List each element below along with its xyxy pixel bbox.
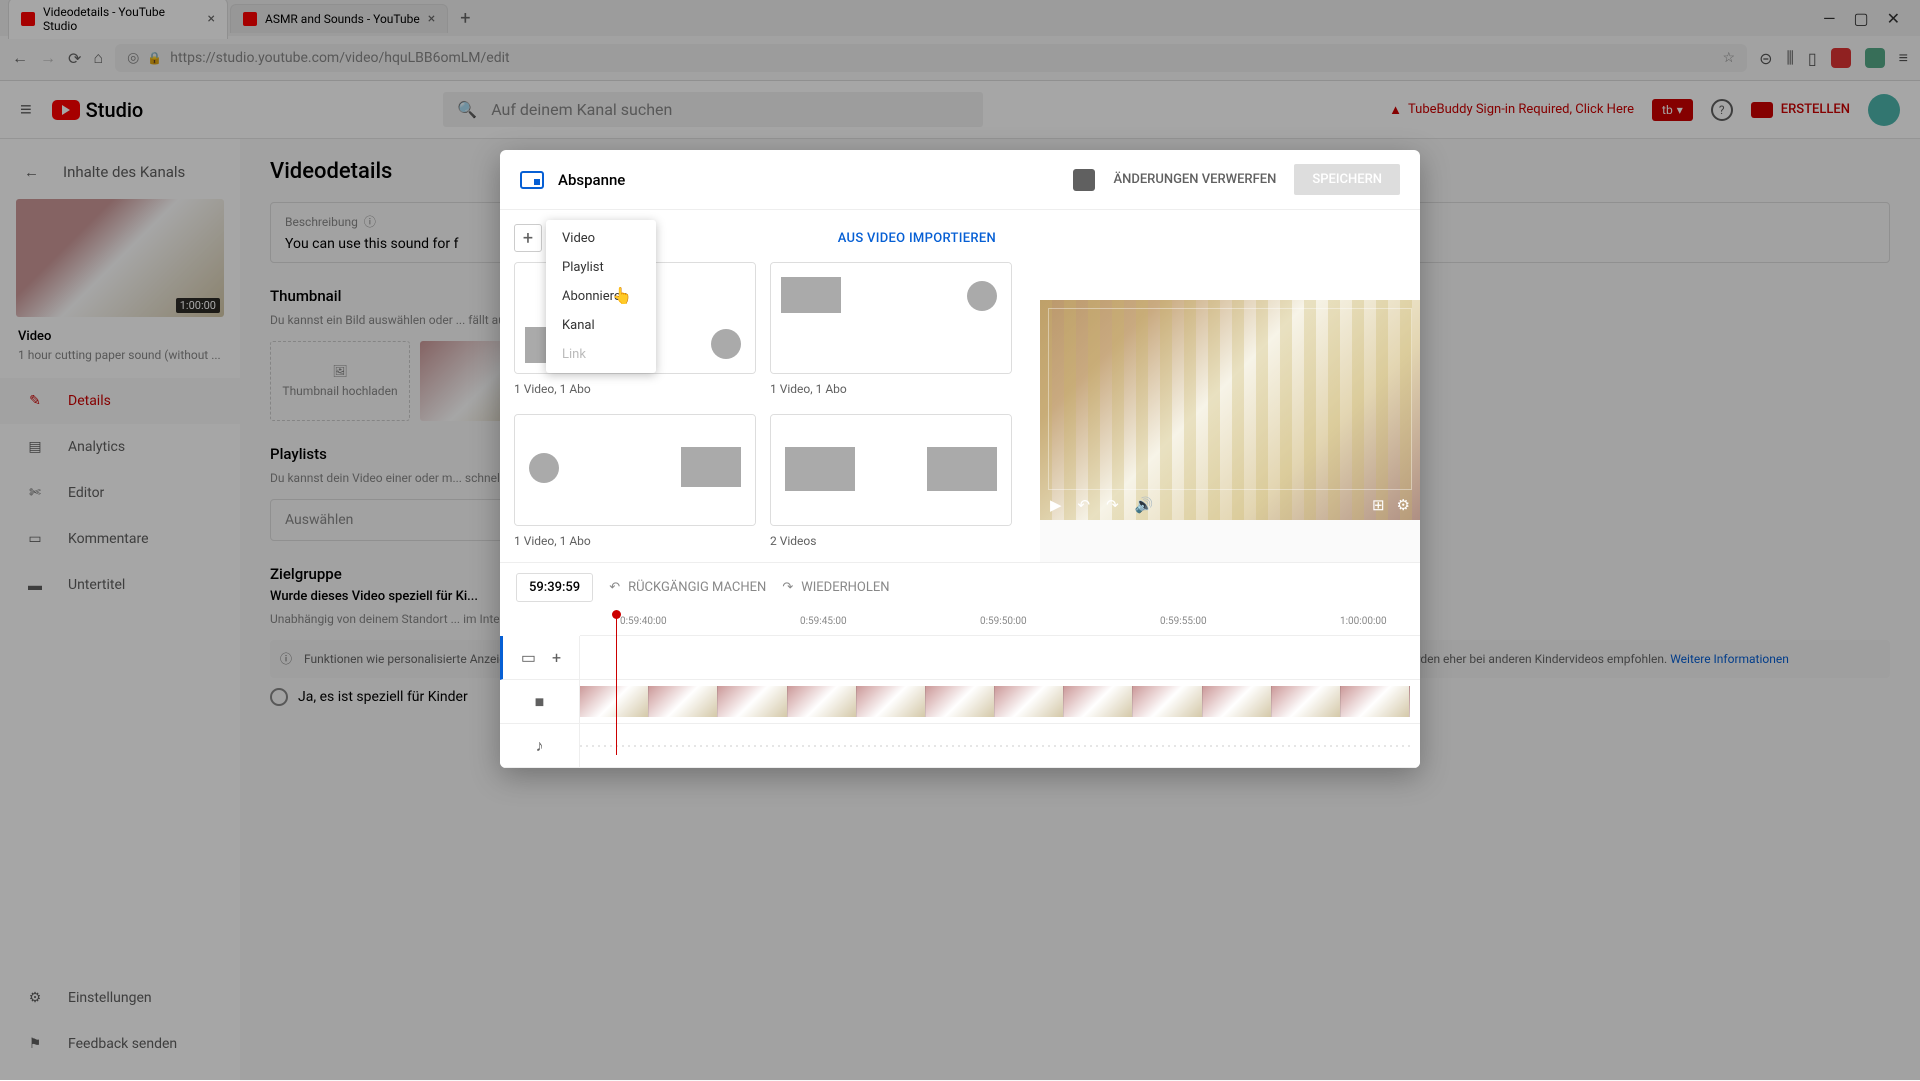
discard-button[interactable]: ÄNDERUNGEN VERWERFEN	[1113, 172, 1276, 187]
music-icon: ♪	[536, 736, 544, 756]
import-from-video-link[interactable]: AUS VIDEO IMPORTIEREN	[838, 231, 996, 246]
grid-icon[interactable]: ⊞	[1372, 496, 1385, 514]
template-card[interactable]: 2 Videos	[770, 414, 1012, 552]
volume-icon[interactable]: 🔊	[1135, 496, 1154, 514]
template-card[interactable]: 1 Video, 1 Abo	[514, 414, 756, 552]
video-icon: ■	[535, 692, 545, 712]
preview-controls: ▶ ↶ ↷ 🔊 ⊞ ⚙	[1050, 496, 1410, 514]
play-icon[interactable]: ▶	[1050, 496, 1062, 514]
dropdown-item-playlist[interactable]: Playlist	[546, 253, 656, 282]
undo-button[interactable]: ↶ RÜCKGÄNGIG MACHEN	[609, 580, 766, 595]
audio-lane[interactable]	[580, 724, 1420, 768]
modal-right-panel: ▶ ↶ ↷ 🔊 ⊞ ⚙	[1040, 210, 1420, 562]
endscreen-icon	[520, 171, 544, 189]
dropdown-item-link: Link	[546, 340, 656, 369]
gear-icon[interactable]: ⚙	[1397, 496, 1410, 514]
feedback-icon[interactable]	[1073, 169, 1095, 191]
modal-left-panel: + AUS VIDEO IMPORTIEREN Video Playlist A…	[500, 210, 1040, 562]
video-preview: ▶ ↶ ↷ 🔊 ⊞ ⚙	[1040, 300, 1420, 520]
dropdown-item-video[interactable]: Video	[546, 224, 656, 253]
endscreen-icon: ▭	[521, 648, 536, 667]
video-track-button[interactable]: ■	[500, 680, 579, 724]
endscreen-lane[interactable]	[580, 636, 1420, 680]
dropdown-item-subscribe[interactable]: Abonnieren	[546, 282, 656, 311]
timeline-panel: 59:39:59 ↶ RÜCKGÄNGIG MACHEN ↷ WIEDERHOL…	[500, 562, 1420, 768]
endscreen-track-button[interactable]: ▭ +	[500, 636, 579, 680]
plus-icon[interactable]: +	[552, 648, 561, 667]
waveform	[580, 742, 1410, 750]
undo-icon: ↶	[609, 580, 620, 595]
redo-button[interactable]: ↷ WIEDERHOLEN	[782, 580, 889, 595]
cursor-icon: 👆	[612, 286, 632, 305]
rewind-icon[interactable]: ↶	[1078, 496, 1091, 514]
endscreen-modal: Abspanne ÄNDERUNGEN VERWERFEN SPEICHERN …	[500, 150, 1420, 768]
redo-icon: ↷	[782, 580, 793, 595]
modal-header: Abspanne ÄNDERUNGEN VERWERFEN SPEICHERN	[500, 150, 1420, 210]
timecode[interactable]: 59:39:59	[516, 573, 593, 602]
template-card[interactable]: 1 Video, 1 Abo	[770, 262, 1012, 400]
save-button[interactable]: SPEICHERN	[1294, 164, 1400, 195]
video-lane[interactable]	[580, 680, 1420, 724]
modal-title: Abspanne	[558, 171, 625, 189]
add-element-dropdown: Video Playlist Abonnieren Kanal Link	[546, 220, 656, 373]
forward-icon[interactable]: ↷	[1106, 496, 1119, 514]
add-element-button[interactable]: +	[514, 224, 542, 252]
modal-overlay[interactable]: Abspanne ÄNDERUNGEN VERWERFEN SPEICHERN …	[0, 0, 1920, 1080]
dropdown-item-channel[interactable]: Kanal	[546, 311, 656, 340]
timeline-ruler[interactable]: 0:59:40:00 0:59:45:00 0:59:50:00 0:59:55…	[580, 612, 1420, 636]
playhead[interactable]	[616, 612, 617, 755]
audio-track-button[interactable]: ♪	[500, 724, 579, 768]
